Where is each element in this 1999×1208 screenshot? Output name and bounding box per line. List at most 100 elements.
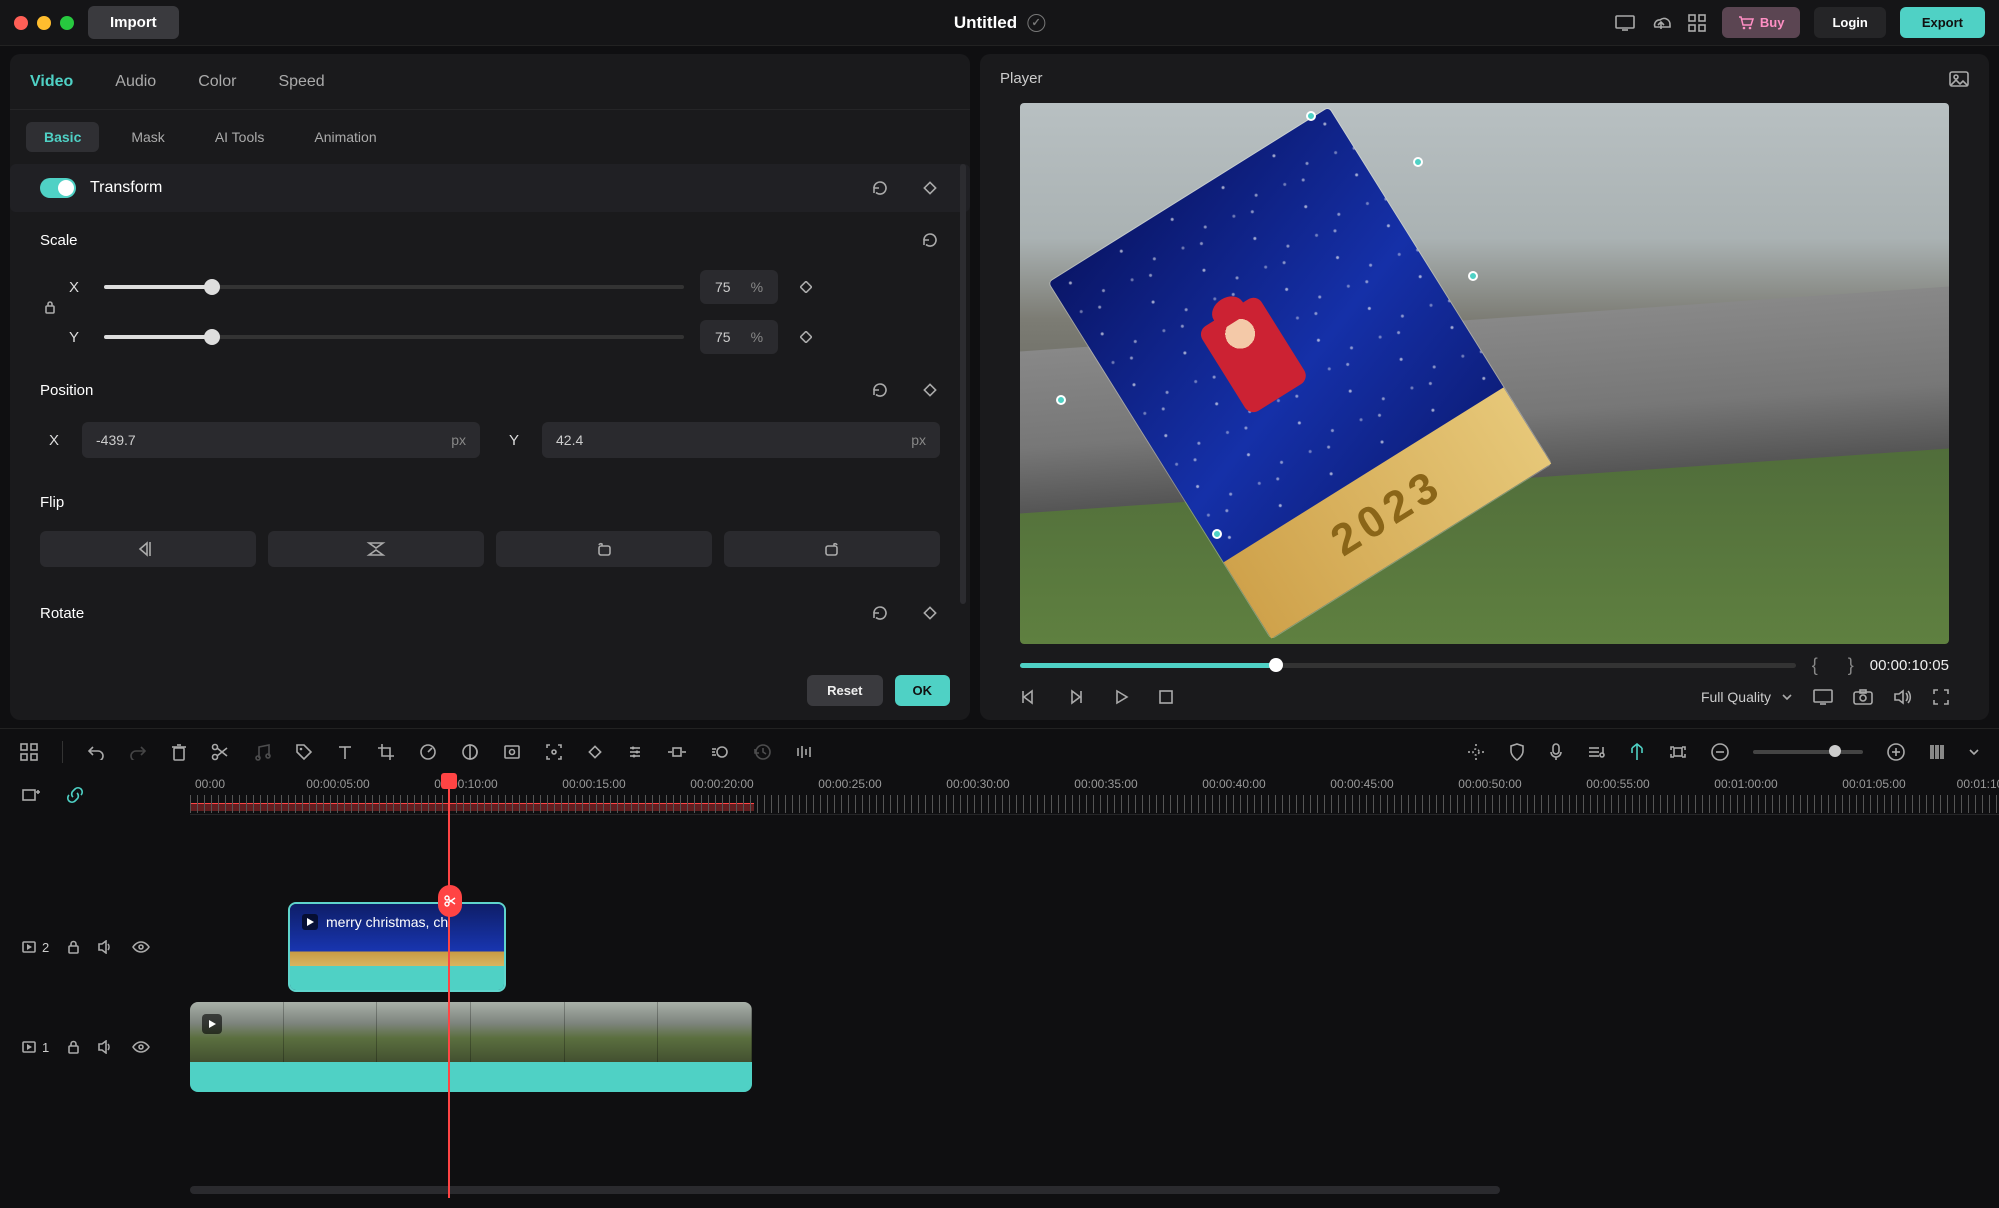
zoom-out-icon[interactable] xyxy=(1711,743,1729,761)
tag-icon[interactable] xyxy=(295,743,313,761)
tab-color[interactable]: Color xyxy=(198,73,236,91)
mark-out-bracket[interactable]: } xyxy=(1848,655,1854,676)
adjust-icon[interactable] xyxy=(627,744,643,760)
split-icon[interactable] xyxy=(211,743,229,761)
subtab-aitools[interactable]: AI Tools xyxy=(197,122,283,152)
snapshot-settings-icon[interactable] xyxy=(1949,71,1969,87)
scale-lock-icon[interactable] xyxy=(43,300,57,314)
position-reset-icon[interactable] xyxy=(870,380,890,400)
volume-icon[interactable] xyxy=(1893,689,1913,705)
scale-x-value[interactable]: 75% xyxy=(700,270,778,304)
enhance-icon[interactable] xyxy=(1467,743,1485,761)
motion-icon[interactable] xyxy=(711,743,729,761)
tab-audio[interactable]: Audio xyxy=(115,73,156,91)
selection-handle[interactable] xyxy=(1056,395,1066,405)
stop-icon[interactable] xyxy=(1158,689,1174,705)
transform-toggle[interactable] xyxy=(40,178,76,198)
snapshot-icon[interactable] xyxy=(1853,689,1873,705)
quality-select[interactable]: Full Quality xyxy=(1701,689,1793,705)
delete-icon[interactable] xyxy=(171,743,187,761)
marker-icon[interactable] xyxy=(1629,743,1645,761)
scale-y-value[interactable]: 75% xyxy=(700,320,778,354)
layout-icon[interactable] xyxy=(20,743,38,761)
prev-frame-icon[interactable] xyxy=(1020,688,1038,706)
audio-track-icon[interactable] xyxy=(1587,744,1605,760)
playhead[interactable] xyxy=(448,775,450,1198)
scale-reset-icon[interactable] xyxy=(920,230,940,250)
player-scrubber[interactable] xyxy=(1020,663,1796,668)
window-maximize[interactable] xyxy=(60,16,74,30)
display-icon[interactable] xyxy=(1614,12,1636,34)
scale-y-slider[interactable] xyxy=(104,335,684,339)
scale-x-slider[interactable] xyxy=(104,285,684,289)
scale-y-keyframe-icon[interactable] xyxy=(794,331,818,343)
flip-horizontal-button[interactable] xyxy=(40,531,256,567)
split-indicator-icon[interactable] xyxy=(438,885,462,917)
fullscreen-icon[interactable] xyxy=(1933,689,1949,705)
scale-x-keyframe-icon[interactable] xyxy=(794,281,818,293)
position-keyframe-icon[interactable] xyxy=(920,380,940,400)
mic-icon[interactable] xyxy=(1549,743,1563,761)
window-minimize[interactable] xyxy=(37,16,51,30)
rotate-ccw-button[interactable] xyxy=(496,531,712,567)
mark-in-bracket[interactable]: { xyxy=(1812,655,1818,676)
reset-button[interactable]: Reset xyxy=(807,675,882,706)
zoom-slider[interactable] xyxy=(1753,750,1863,754)
tab-speed[interactable]: Speed xyxy=(278,73,324,91)
next-frame-icon[interactable] xyxy=(1066,688,1084,706)
track-1-lock-icon[interactable] xyxy=(67,1040,80,1054)
login-button[interactable]: Login xyxy=(1814,7,1885,38)
text-icon[interactable] xyxy=(337,744,353,760)
grid-icon[interactable] xyxy=(1686,12,1708,34)
buy-button[interactable]: Buy xyxy=(1722,7,1801,38)
view-menu-icon[interactable] xyxy=(1969,748,1979,756)
fit-icon[interactable] xyxy=(1669,745,1687,759)
tab-video[interactable]: Video xyxy=(30,73,73,91)
audio-levels-icon[interactable] xyxy=(795,744,813,760)
redo-icon[interactable] xyxy=(129,744,147,760)
music-icon[interactable] xyxy=(253,743,271,761)
display-mode-icon[interactable] xyxy=(1813,689,1833,705)
subtab-animation[interactable]: Animation xyxy=(296,122,394,152)
speed-icon[interactable] xyxy=(419,743,437,761)
rotate-cw-button[interactable] xyxy=(724,531,940,567)
clip-overlay[interactable]: merry christmas, ch xyxy=(288,902,506,992)
greenscreen-icon[interactable] xyxy=(503,744,521,760)
shield-icon[interactable] xyxy=(1509,743,1525,761)
position-y-input[interactable]: 42.4px xyxy=(542,422,940,458)
undo-icon[interactable] xyxy=(87,744,105,760)
transform-reset-icon[interactable] xyxy=(870,178,890,198)
timeline-ruler[interactable]: 00:00 00:00:05:00 00:00:10:00 00:00:15:0… xyxy=(190,775,1999,815)
selection-handle[interactable] xyxy=(1212,529,1222,539)
track-1-mute-icon[interactable] xyxy=(98,1040,114,1054)
track-2-visibility-icon[interactable] xyxy=(132,941,150,953)
ok-button[interactable]: OK xyxy=(895,675,951,706)
selection-handle[interactable] xyxy=(1413,157,1423,167)
clip-main[interactable] xyxy=(190,1002,752,1092)
crop-icon[interactable] xyxy=(377,743,395,761)
link-icon[interactable] xyxy=(66,786,84,804)
selection-handle[interactable] xyxy=(1306,111,1316,121)
position-x-input[interactable]: -439.7px xyxy=(82,422,480,458)
export-button[interactable]: Export xyxy=(1900,7,1985,38)
track-2-mute-icon[interactable] xyxy=(98,940,114,954)
flip-vertical-button[interactable] xyxy=(268,531,484,567)
add-track-icon[interactable] xyxy=(22,787,40,803)
transform-keyframe-icon[interactable] xyxy=(920,178,940,198)
subtab-basic[interactable]: Basic xyxy=(26,122,99,152)
zoom-in-icon[interactable] xyxy=(1887,743,1905,761)
focus-icon[interactable] xyxy=(545,743,563,761)
view-mode-icon[interactable] xyxy=(1929,744,1945,760)
track-1-visibility-icon[interactable] xyxy=(132,1041,150,1053)
window-close[interactable] xyxy=(14,16,28,30)
rotate-keyframe-icon[interactable] xyxy=(920,603,940,623)
track-2-lock-icon[interactable] xyxy=(67,940,80,954)
rotate-reset-icon[interactable] xyxy=(870,603,890,623)
timeline-horizontal-scrollbar[interactable] xyxy=(190,1186,1500,1194)
play-icon[interactable] xyxy=(1112,688,1130,706)
import-button[interactable]: Import xyxy=(88,6,179,39)
player-viewport[interactable]: 2023 xyxy=(1020,103,1949,644)
keyframe-tool-icon[interactable] xyxy=(587,744,603,760)
subtab-mask[interactable]: Mask xyxy=(113,122,182,152)
cloud-icon[interactable] xyxy=(1650,12,1672,34)
